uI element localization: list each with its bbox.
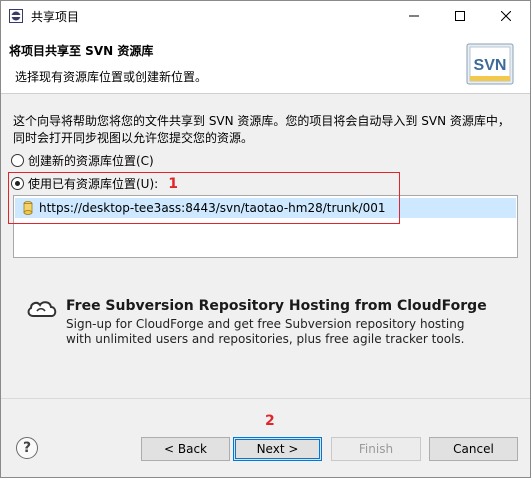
back-button[interactable]: < Back — [141, 437, 230, 461]
help-icon: ? — [22, 440, 32, 456]
help-button[interactable]: ? — [16, 437, 38, 459]
finish-button[interactable]: Finish — [331, 437, 421, 461]
cloudforge-cloud-icon — [27, 301, 57, 317]
window-title: 共享项目 — [31, 10, 80, 24]
next-button-focus-ring — [235, 439, 320, 459]
create-location-radio[interactable]: 创建新的资源库位置(C) — [11, 152, 154, 169]
maximize-button[interactable] — [437, 1, 483, 31]
maximize-icon — [455, 11, 465, 21]
wizard-header: 将项目共享至 SVN 资源库 选择现有资源库位置或创建新位置。 SVN — [1, 31, 530, 94]
cloudforge-title[interactable]: Free Subversion Repository Hosting from … — [66, 298, 487, 314]
minimize-icon — [409, 15, 419, 17]
close-button[interactable] — [483, 1, 529, 31]
wizard-footer: 2 ? < Back Next > Finish Cancel — [1, 398, 530, 477]
title-bar[interactable]: 共享项目 — [1, 1, 530, 31]
annotation-marker-2: 2 — [265, 413, 275, 429]
cloudforge-description: Sign-up for CloudForge and get free Subv… — [66, 317, 465, 346]
create-location-label: 创建新的资源库位置(C) — [28, 154, 154, 168]
share-project-dialog: 共享项目 将项目共享至 SVN 资源库 选择现有资源库位置或创建新位置。 SVN… — [0, 0, 531, 478]
svg-text:SVN: SVN — [474, 57, 507, 74]
annotation-highlight-frame — [8, 172, 400, 224]
minimize-button[interactable] — [391, 1, 437, 31]
eclipse-icon — [9, 9, 23, 23]
cancel-button[interactable]: Cancel — [429, 437, 518, 461]
svn-logo-icon: SVN — [466, 43, 514, 85]
close-icon — [501, 11, 511, 21]
wizard-content: 这个向导将帮助您将您的文件共享到 SVN 资源库。您的项目将会自动导入到 SVN… — [1, 95, 530, 398]
wizard-title: 将项目共享至 SVN 资源库 — [9, 44, 154, 58]
radio-button-create[interactable] — [11, 154, 24, 167]
wizard-description: 选择现有资源库位置或创建新位置。 — [15, 70, 208, 84]
next-button[interactable]: Next > — [233, 437, 322, 461]
intro-text: 这个向导将帮助您将您的文件共享到 SVN 资源库。您的项目将会自动导入到 SVN… — [13, 114, 510, 145]
